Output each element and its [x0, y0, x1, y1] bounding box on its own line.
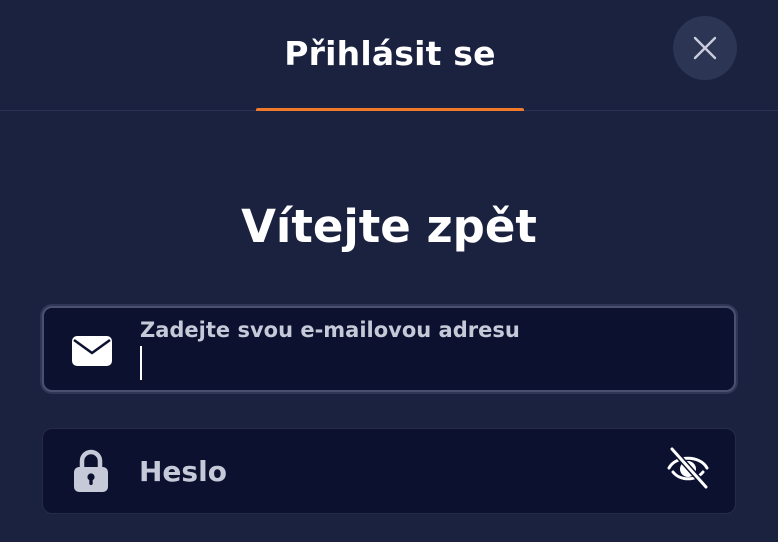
tab-login[interactable]: Přihlásit se: [256, 0, 524, 111]
welcome-title: Vítejte zpět: [241, 200, 537, 253]
lock-icon: [72, 448, 110, 494]
close-icon: [693, 36, 717, 60]
tab-login-label: Přihlásit se: [284, 34, 496, 73]
tab-active-indicator: [256, 108, 524, 111]
password-field[interactable]: [42, 428, 736, 514]
text-caret: [140, 346, 142, 380]
eye-slash-icon: [667, 447, 709, 489]
email-label: Zadejte svou e-mailovou adresu: [140, 318, 520, 342]
password-input[interactable]: [139, 449, 639, 493]
email-input[interactable]: [140, 344, 700, 382]
email-field[interactable]: Zadejte svou e-mailovou adresu: [42, 306, 736, 392]
envelope-icon: [70, 334, 114, 368]
modal-header: Přihlásit se: [0, 0, 778, 111]
close-button[interactable]: [673, 16, 737, 80]
toggle-password-visibility-button[interactable]: [665, 445, 711, 491]
